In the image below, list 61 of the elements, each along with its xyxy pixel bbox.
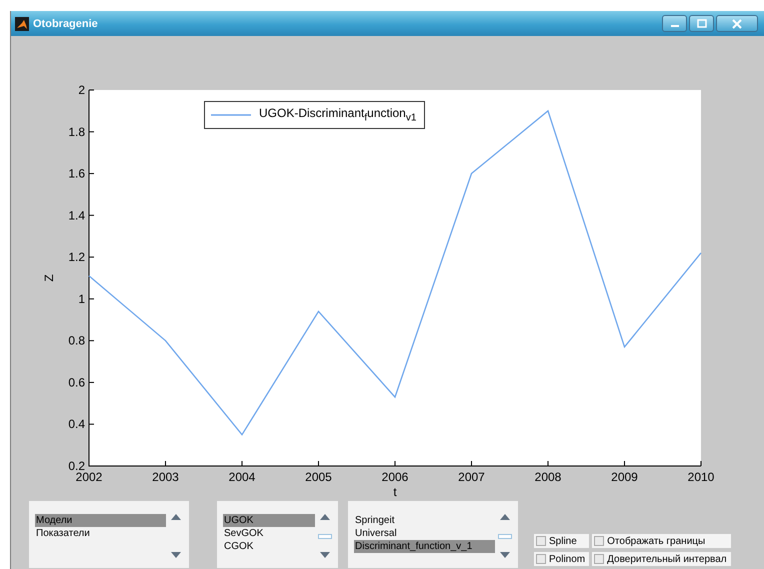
window-title: Otobragenie bbox=[33, 18, 99, 30]
scroll-down-icon[interactable] bbox=[320, 552, 330, 558]
list-item[interactable]: Springeit bbox=[354, 514, 495, 527]
checkbox-label: Доверительный интервал bbox=[607, 554, 727, 564]
legend-line bbox=[211, 114, 251, 116]
x-tick-label: 2010 bbox=[688, 470, 714, 484]
x-tick-label: 2002 bbox=[76, 470, 102, 484]
x-axis-label: t bbox=[393, 485, 397, 499]
checkbox-label: Polinom bbox=[549, 554, 586, 564]
x-tick-label: 2008 bbox=[534, 470, 562, 484]
close-button[interactable] bbox=[716, 15, 758, 32]
x-tick-label: 2006 bbox=[382, 470, 408, 484]
y-axis-label: Z bbox=[42, 274, 56, 282]
y-tick-label: 1.8 bbox=[68, 124, 85, 139]
list-item[interactable]: Показатели bbox=[35, 527, 166, 540]
x-tick-label: 2009 bbox=[611, 470, 638, 484]
list-box[interactable]: UGOK SevGOK CGOK bbox=[217, 501, 338, 568]
list-box[interactable]: Springeit Universal Discriminant_function_v_1 bbox=[348, 501, 518, 568]
checkbox-option[interactable]: Spline bbox=[534, 534, 590, 548]
x-tick-label: 2004 bbox=[228, 470, 256, 484]
scroll-thumb[interactable] bbox=[318, 534, 332, 538]
y-tick-label: 0.8 bbox=[68, 334, 85, 348]
app-logo-icon bbox=[15, 16, 29, 30]
checkbox[interactable] bbox=[594, 554, 604, 564]
list-item[interactable]: CGOK bbox=[223, 540, 315, 553]
legend-label: UGOK-Discriminant$_{f}$unction$_{v1}$ bbox=[259, 106, 416, 124]
y-tick-label: 2 bbox=[78, 83, 85, 97]
y-tick-label: 1.4 bbox=[68, 208, 85, 222]
y-tick-label: 0.4 bbox=[68, 417, 85, 432]
scroll-thumb[interactable] bbox=[498, 534, 512, 538]
x-tick-label: 2003 bbox=[152, 470, 179, 484]
scroll-up-icon[interactable] bbox=[171, 514, 181, 520]
list-item[interactable]: UGOK bbox=[223, 514, 315, 527]
checkbox-label: Spline bbox=[549, 536, 577, 546]
y-tick-label: 0.6 bbox=[68, 375, 85, 390]
minimize-button[interactable] bbox=[662, 15, 687, 32]
maximize-icon bbox=[696, 19, 706, 28]
checkbox-option[interactable]: Polinom bbox=[534, 552, 590, 566]
y-tick-label: 1.6 bbox=[68, 166, 85, 181]
checkbox-option[interactable]: Отображать границы bbox=[592, 534, 731, 548]
checkbox-option[interactable]: Доверительный интервал bbox=[592, 552, 731, 566]
checkbox[interactable] bbox=[594, 536, 604, 546]
x-tick-label: 2007 bbox=[458, 470, 485, 484]
scroll-up-icon[interactable] bbox=[500, 514, 510, 520]
checkbox-label: Отображать границы bbox=[607, 536, 706, 546]
list-item[interactable]: SevGOK bbox=[223, 527, 315, 540]
close-icon bbox=[732, 18, 742, 28]
list-item[interactable]: Модели bbox=[35, 514, 166, 527]
scroll-down-icon[interactable] bbox=[171, 552, 181, 558]
list-item[interactable]: Universal bbox=[354, 527, 495, 540]
checkbox[interactable] bbox=[536, 536, 546, 546]
list-box[interactable]: Модели Показатели bbox=[29, 501, 189, 568]
x-tick-label: 2005 bbox=[305, 470, 332, 484]
maximize-button[interactable] bbox=[689, 15, 714, 32]
y-tick-label: 0.2 bbox=[68, 459, 85, 473]
y-tick-label: 1 bbox=[78, 292, 85, 306]
list-item[interactable]: Discriminant_function_v_1 bbox=[354, 540, 495, 553]
y-tick-label: 1.2 bbox=[68, 250, 85, 264]
scroll-down-icon[interactable] bbox=[500, 552, 510, 558]
scroll-up-icon[interactable] bbox=[320, 514, 330, 520]
checkbox[interactable] bbox=[536, 554, 546, 564]
